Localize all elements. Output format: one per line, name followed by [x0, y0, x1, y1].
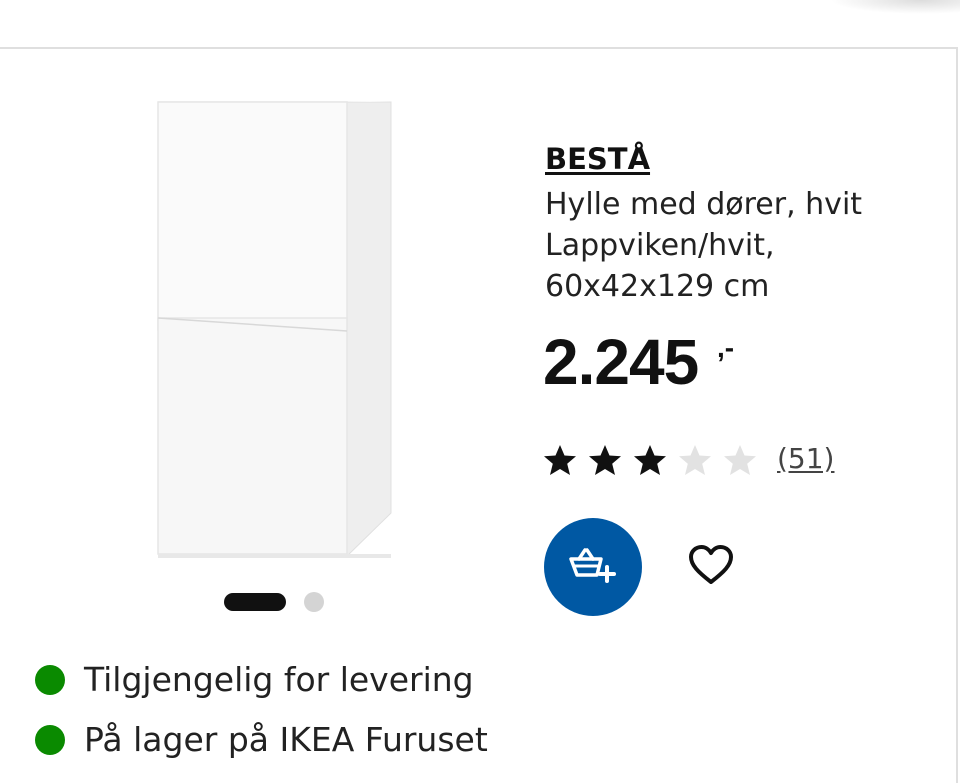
heart-icon [688, 545, 734, 589]
review-count-link[interactable]: (51) [777, 441, 834, 477]
product-price: 2.245 [543, 326, 699, 398]
carousel-dot-active[interactable] [224, 593, 286, 611]
description-line: Lappviken/hvit, [545, 228, 775, 263]
basket-plus-icon [567, 545, 619, 589]
top-strip [0, 0, 960, 47]
description-line: 60x42x129 cm [545, 269, 770, 304]
product-brand-link[interactable]: BESTÅ [545, 142, 650, 176]
favourite-button[interactable] [684, 542, 738, 592]
star-filled-icon [588, 444, 622, 476]
product-image[interactable] [150, 98, 495, 568]
carousel-dot[interactable] [304, 592, 324, 612]
availability-text: Tilgjengelig for levering [84, 660, 474, 699]
top-shadow [830, 0, 960, 14]
star-empty-icon [678, 444, 712, 476]
description-line: Hylle med dører, hvit [545, 187, 863, 222]
add-to-cart-button[interactable] [544, 518, 642, 616]
status-dot [35, 725, 65, 755]
product-description: Hylle med dører, hvit Lappviken/hvit, 60… [545, 184, 925, 307]
availability-store: På lager på IKEA Furuset [35, 720, 488, 760]
price-suffix: ,- [717, 332, 735, 363]
status-dot [35, 665, 65, 695]
star-filled-icon [543, 444, 577, 476]
availability-delivery: Tilgjengelig for levering [35, 660, 474, 700]
star-filled-icon [633, 444, 667, 476]
availability-text: På lager på IKEA Furuset [84, 720, 488, 759]
star-empty-icon [723, 444, 757, 476]
rating-stars[interactable] [543, 444, 768, 476]
